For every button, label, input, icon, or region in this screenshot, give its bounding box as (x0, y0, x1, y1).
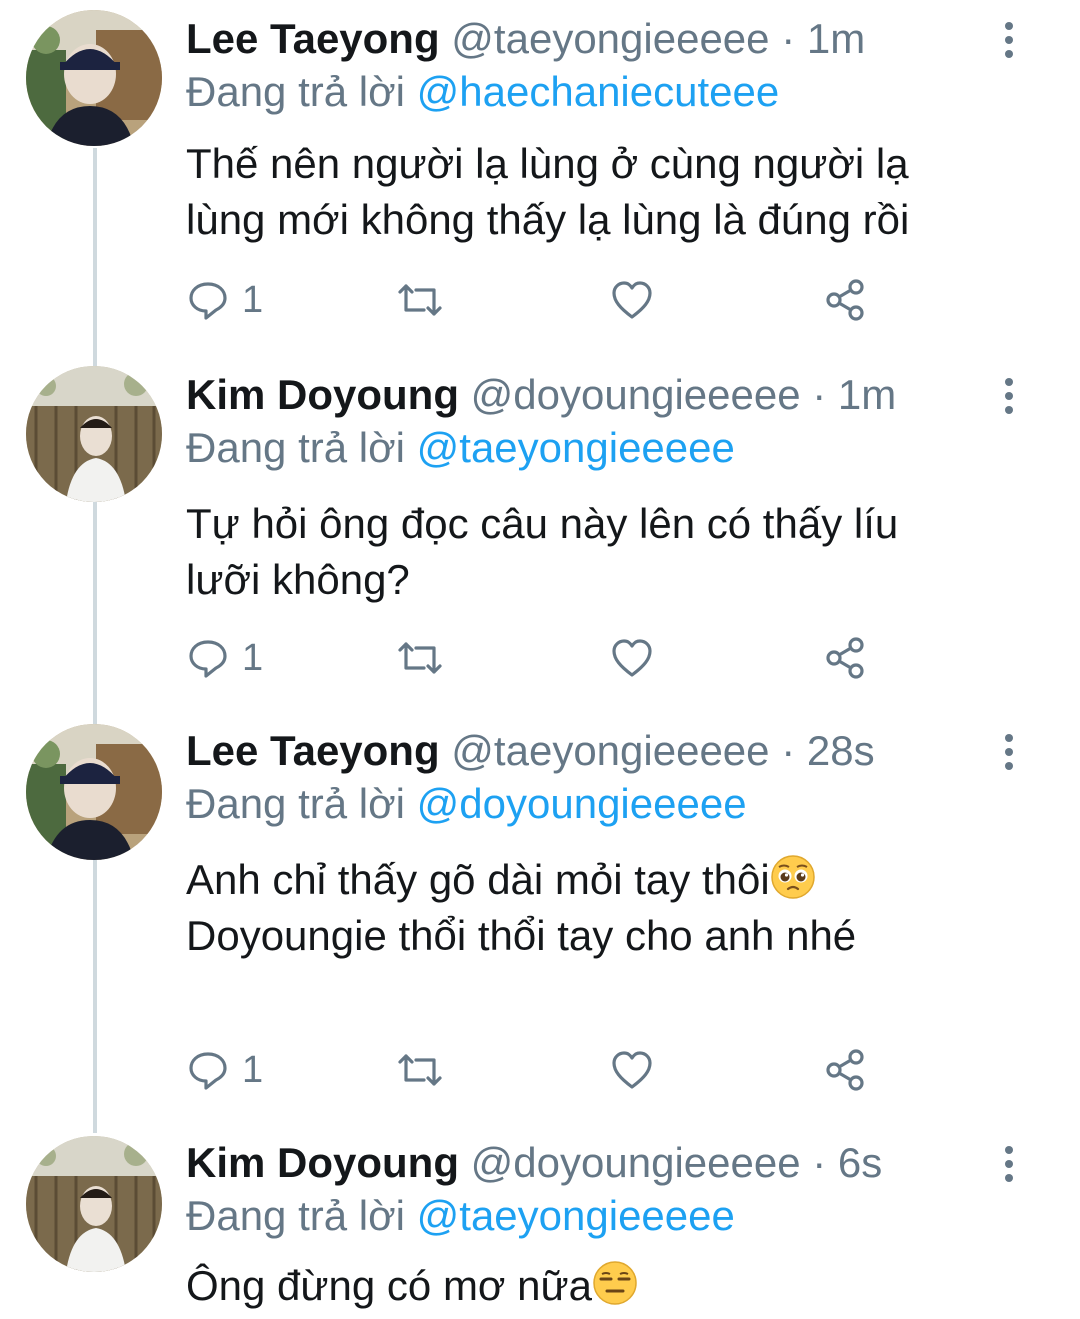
separator-dot: · (812, 371, 827, 418)
tweet-text: Tự hỏi ông đọc câu này lên có thấy líu l… (186, 496, 996, 608)
avatar[interactable] (26, 1136, 162, 1272)
mention-link[interactable]: @taeyongieeeee (417, 1192, 735, 1239)
reply-prefix: Đang trả lời (186, 68, 405, 115)
display-name[interactable]: Kim Doyoung (186, 1139, 459, 1186)
replying-to: Đang trả lời @taeyongieeeee (186, 420, 996, 476)
retweet-button[interactable] (396, 1048, 444, 1092)
reply-icon (189, 1052, 227, 1090)
reply-prefix: Đang trả lời (186, 780, 405, 827)
avatar[interactable] (26, 724, 162, 860)
heart-icon (612, 281, 652, 319)
reply-prefix: Đang trả lời (186, 424, 405, 471)
more-vertical-icon[interactable] (994, 376, 1024, 416)
reply-count: 1 (242, 1048, 264, 1091)
tweet-text: Ông đừng có mơ nữa (186, 1258, 996, 1314)
retweet-icon (398, 642, 442, 674)
like-button[interactable] (610, 1048, 654, 1092)
share-icon (826, 279, 864, 321)
like-button[interactable] (610, 636, 654, 680)
mention-link[interactable]: @doyoungieeeee (417, 780, 747, 827)
more-vertical-icon[interactable] (994, 20, 1024, 60)
retweet-button[interactable] (396, 278, 444, 322)
replying-to: Đang trả lời @taeyongieeeee (186, 1188, 996, 1244)
share-icon (826, 637, 864, 679)
display-name[interactable]: Kim Doyoung (186, 371, 459, 418)
tweet-text-line: lưỡi không? (186, 556, 410, 603)
tweet-text: Anh chỉ thấy gõ dài mỏi tay thôi Doyoung… (186, 852, 996, 964)
tweet-text-line: Anh chỉ thấy gõ dài mỏi tay thôi (186, 856, 770, 903)
reply-icon (189, 282, 227, 320)
display-name[interactable]: Lee Taeyong (186, 727, 440, 774)
mention-link[interactable]: @taeyongieeeee (417, 424, 735, 471)
pleading-face-emoji (770, 855, 815, 899)
tweet-text: Thế nên người lạ lùng ở cùng người lạ lù… (186, 136, 996, 248)
tweet-text-line: Doyoungie thổi thổi tay cho anh nhé (186, 912, 857, 959)
tweet-header: Kim Doyoung @doyoungieeeee · 1m (186, 370, 996, 420)
expressionless-face-emoji (593, 1261, 637, 1305)
timestamp[interactable]: 1m (807, 15, 865, 62)
tweet-actions: 1 (186, 636, 886, 680)
tweet-actions: 1 (186, 1048, 886, 1092)
reply-button[interactable]: 1 (186, 278, 263, 322)
tweet-text-line-with-emoji: Ông đừng có mơ nữa (186, 1258, 996, 1314)
separator-dot: · (812, 1139, 827, 1186)
tweet-header: Lee Taeyong @taeyongieeeee · 28s (186, 726, 996, 776)
heart-icon (612, 639, 652, 677)
share-icon (826, 1049, 864, 1091)
retweet-button[interactable] (396, 636, 444, 680)
timestamp[interactable]: 1m (838, 371, 896, 418)
tweet-text-line-with-emoji: Anh chỉ thấy gõ dài mỏi tay thôi (186, 852, 996, 908)
tweet-header: Kim Doyoung @doyoungieeeee · 6s (186, 1138, 996, 1188)
tweet-header: Lee Taeyong @taeyongieeeee · 1m (186, 14, 996, 64)
timestamp[interactable]: 28s (807, 727, 875, 774)
tweet-text-line: lùng mới không thấy lạ lùng là đúng rồi (186, 196, 910, 243)
mention-link[interactable]: @haechaniecuteee (417, 68, 780, 115)
reply-button[interactable]: 1 (186, 636, 263, 680)
share-button[interactable] (824, 278, 868, 322)
reply-button[interactable]: 1 (186, 1048, 263, 1092)
tweet-text-line: Ông đừng có mơ nữa (186, 1262, 592, 1309)
tweet-text-line: Tự hỏi ông đọc câu này lên có thấy líu (186, 500, 899, 547)
replying-to: Đang trả lời @doyoungieeeee (186, 776, 996, 832)
avatar[interactable] (26, 10, 162, 146)
share-button[interactable] (824, 636, 868, 680)
thread-connector-line (93, 148, 97, 1133)
user-handle[interactable]: @taeyongieeeee (451, 15, 769, 62)
more-vertical-icon[interactable] (994, 1144, 1024, 1184)
more-vertical-icon[interactable] (994, 732, 1024, 772)
share-button[interactable] (824, 1048, 868, 1092)
separator-dot: · (781, 15, 796, 62)
tweet-actions: 1 (186, 278, 886, 322)
separator-dot: · (781, 727, 796, 774)
timestamp[interactable]: 6s (838, 1139, 882, 1186)
avatar[interactable] (26, 366, 162, 502)
reply-icon (189, 640, 227, 678)
heart-icon (612, 1051, 652, 1089)
reply-prefix: Đang trả lời (186, 1192, 405, 1239)
display-name[interactable]: Lee Taeyong (186, 15, 440, 62)
replying-to: Đang trả lời @haechaniecuteee (186, 64, 996, 120)
like-button[interactable] (610, 278, 654, 322)
user-handle[interactable]: @doyoungieeeee (471, 1139, 801, 1186)
tweet-text-line: Thế nên người lạ lùng ở cùng người lạ (186, 140, 909, 187)
retweet-icon (398, 284, 442, 316)
reply-count: 1 (242, 278, 264, 321)
user-handle[interactable]: @doyoungieeeee (471, 371, 801, 418)
user-handle[interactable]: @taeyongieeeee (451, 727, 769, 774)
reply-count: 1 (242, 636, 264, 679)
retweet-icon (398, 1054, 442, 1086)
